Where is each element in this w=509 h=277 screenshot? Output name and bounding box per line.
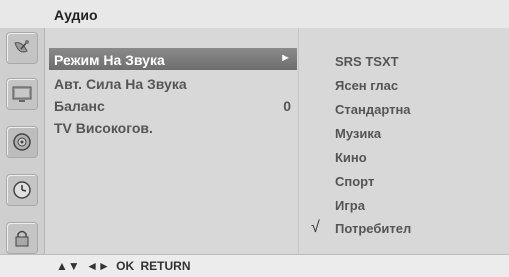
sound-mode-submenu: SRS TSXT Ясен глас Стандартна Музика Кин… [298, 28, 509, 254]
sidebar [0, 28, 45, 254]
footer-hints-bar: ▲▼ ◄► OK RETURN [0, 254, 509, 277]
menu-item-label: TV Високогов. [54, 120, 153, 136]
page-title: Аудио [54, 7, 98, 23]
submenu-item[interactable]: Спорт [335, 174, 374, 189]
submenu-item[interactable]: Музика [335, 126, 381, 141]
chevron-right-icon: ► [280, 52, 291, 64]
menu-item-sound-mode[interactable]: Режим На Звука ► [49, 48, 297, 70]
clock-icon[interactable] [6, 174, 38, 206]
submenu-item[interactable]: Ясен глас [335, 78, 398, 93]
menu-item-label: Режим На Звука [54, 52, 165, 68]
balance-value: 0 [283, 98, 291, 114]
satellite-dish-icon[interactable] [6, 32, 38, 64]
monitor-icon[interactable] [6, 78, 38, 110]
submenu-item[interactable]: Игра [335, 198, 365, 213]
menu-item-auto-volume[interactable]: Авт. Сила На Звука [49, 72, 297, 94]
submenu-item-selected[interactable]: Потребител [335, 221, 411, 236]
menu-item-balance[interactable]: Баланс 0 [49, 94, 297, 116]
checkmark-icon: √ [311, 219, 320, 236]
audio-menu-panel: Режим На Звука ► Авт. Сила На Звука Бала… [45, 28, 509, 254]
menu-item-tv-speaker[interactable]: TV Високогов. [49, 116, 297, 138]
submenu-item[interactable]: SRS TSXT [335, 54, 399, 69]
speaker-icon[interactable] [6, 126, 38, 158]
submenu-item[interactable]: Кино [335, 150, 367, 165]
navigation-hints: ▲▼ ◄► OK RETURN [56, 259, 191, 273]
title-bar: Аудио [0, 0, 509, 29]
menu-item-label: Баланс [54, 98, 105, 114]
lock-icon[interactable] [6, 222, 38, 254]
menu-item-label: Авт. Сила На Звука [54, 76, 187, 92]
submenu-item[interactable]: Стандартна [335, 102, 411, 117]
